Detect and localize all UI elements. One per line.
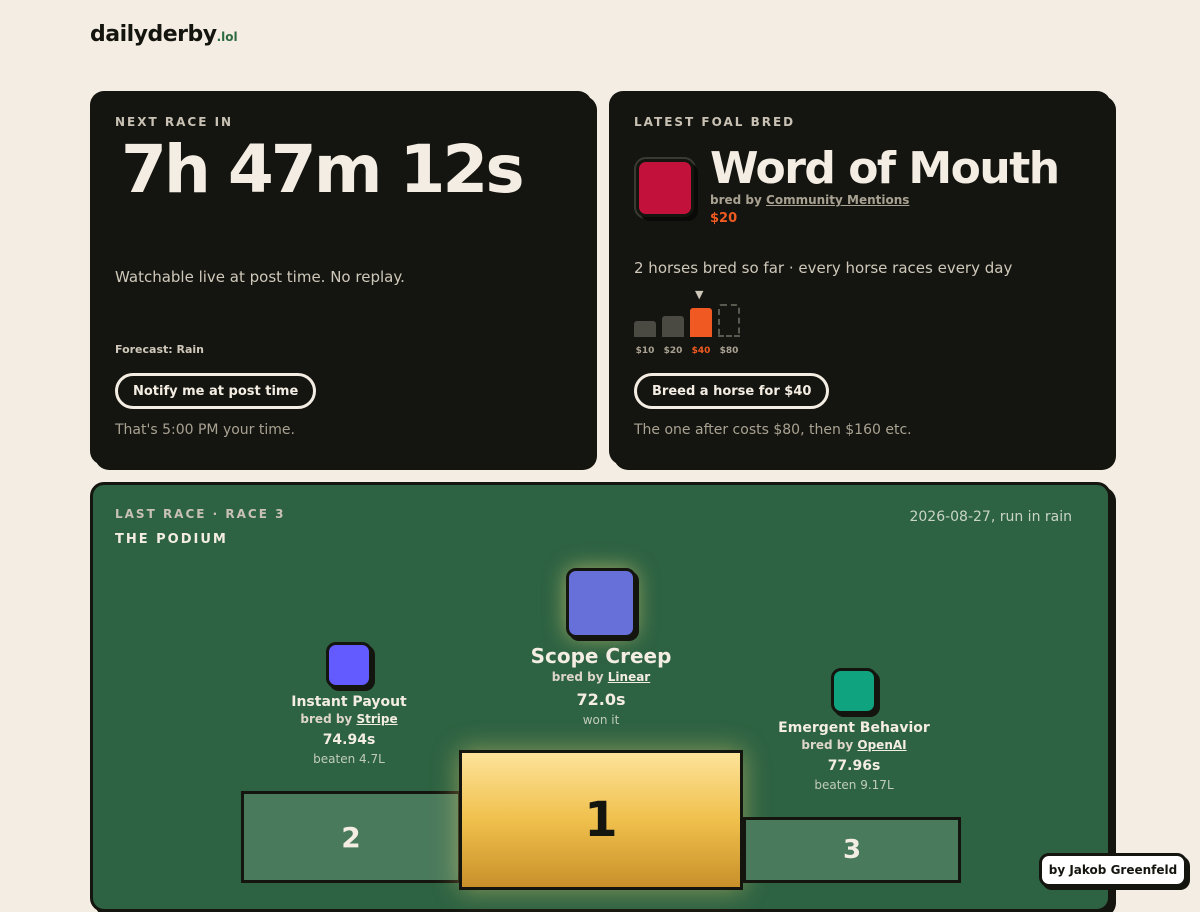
- foal-color-swatch: [636, 159, 694, 217]
- race-countdown: 7h 47m 12s: [121, 131, 525, 208]
- price-step-bar-current: [690, 308, 712, 337]
- horse-time: 72.0s: [576, 690, 626, 709]
- horse-color-swatch: [566, 568, 636, 638]
- local-time-note: That's 5:00 PM your time.: [115, 422, 295, 438]
- horse-result-note: won it: [582, 713, 620, 727]
- breed-horse-button[interactable]: Breed a horse for $40: [634, 373, 830, 409]
- author-credit-link[interactable]: by Jakob Greenfeld: [1039, 853, 1187, 887]
- second-place-horse[interactable]: Instant Payout bred by Stripe 74.94s bea…: [269, 642, 429, 766]
- latest-foal-card: LATEST FOAL BRED Word of Mouth bred by C…: [609, 91, 1111, 465]
- last-race-eyebrow: LAST RACE · RACE 3: [115, 507, 286, 521]
- foal-breeder-link[interactable]: Community Mentions: [766, 193, 909, 207]
- bred-by-prefix: bred by: [551, 670, 604, 684]
- price-step-label: $10: [635, 346, 655, 356]
- foal-price: $20: [710, 211, 738, 226]
- bred-by-prefix: bred by: [300, 712, 353, 726]
- podium-step-third: 3: [743, 817, 961, 883]
- horse-time: 74.94s: [322, 732, 376, 748]
- foal-name: Word of Mouth: [710, 143, 1060, 194]
- notify-button[interactable]: Notify me at post time: [115, 373, 317, 409]
- horse-bred-by: bred by Linear: [511, 670, 691, 684]
- horse-name: Scope Creep: [530, 644, 672, 668]
- latest-foal-eyebrow: LATEST FOAL BRED: [634, 115, 796, 129]
- next-race-card: NEXT RACE IN 7h 47m 12s Watchable live a…: [90, 91, 592, 465]
- site-logo[interactable]: dailyderby.lol: [90, 22, 238, 47]
- horse-bred-by: bred by Stripe: [269, 712, 429, 726]
- forecast-text: Forecast: Rain: [115, 343, 204, 356]
- podium-step-first: 1: [459, 750, 743, 890]
- horse-breeder-link[interactable]: Linear: [608, 670, 650, 684]
- price-step-bar: [634, 321, 656, 337]
- horse-name: Emergent Behavior: [778, 720, 930, 736]
- horse-color-swatch: [326, 642, 372, 688]
- horse-time: 77.96s: [827, 758, 881, 774]
- current-price-marker: ▼: [695, 288, 704, 301]
- horse-result-note: beaten 4.7L: [313, 752, 385, 766]
- breeding-summary: 2 horses bred so far · every horse races…: [634, 259, 1013, 277]
- logo-tld: .lol: [216, 30, 238, 44]
- price-step-label: $20: [663, 346, 683, 356]
- horse-result-note: beaten 9.17L: [814, 778, 894, 792]
- horse-bred-by: bred by OpenAI: [759, 738, 949, 752]
- bred-by-prefix: bred by: [801, 738, 854, 752]
- next-race-eyebrow: NEXT RACE IN: [115, 115, 234, 129]
- price-step-bar-future: [718, 304, 740, 337]
- horse-breeder-link[interactable]: Stripe: [356, 712, 397, 726]
- watch-note: Watchable live at post time. No replay.: [115, 268, 405, 286]
- bred-by-prefix: bred by: [710, 193, 762, 207]
- next-cost-note: The one after costs $80, then $160 etc.: [634, 422, 912, 438]
- third-place-horse[interactable]: Emergent Behavior bred by OpenAI 77.96s …: [759, 668, 949, 792]
- price-step-bar: [662, 316, 684, 337]
- podium-heading: THE PODIUM: [115, 532, 228, 547]
- horse-name: Instant Payout: [291, 694, 407, 710]
- horse-breeder-link[interactable]: OpenAI: [857, 738, 906, 752]
- price-step-label-current: $40: [691, 346, 711, 356]
- first-place-horse[interactable]: Scope Creep bred by Linear 72.0s won it: [511, 568, 691, 727]
- podium-step-second: 2: [241, 791, 461, 883]
- last-race-card: LAST RACE · RACE 3 THE PODIUM 2026-08-27…: [90, 482, 1111, 912]
- foal-bred-by: bred by Community Mentions: [710, 193, 909, 207]
- price-step-label: $80: [719, 346, 739, 356]
- logo-name: dailyderby: [90, 22, 217, 47]
- race-date-note: 2026-08-27, run in rain: [909, 509, 1072, 525]
- horse-color-swatch: [831, 668, 877, 714]
